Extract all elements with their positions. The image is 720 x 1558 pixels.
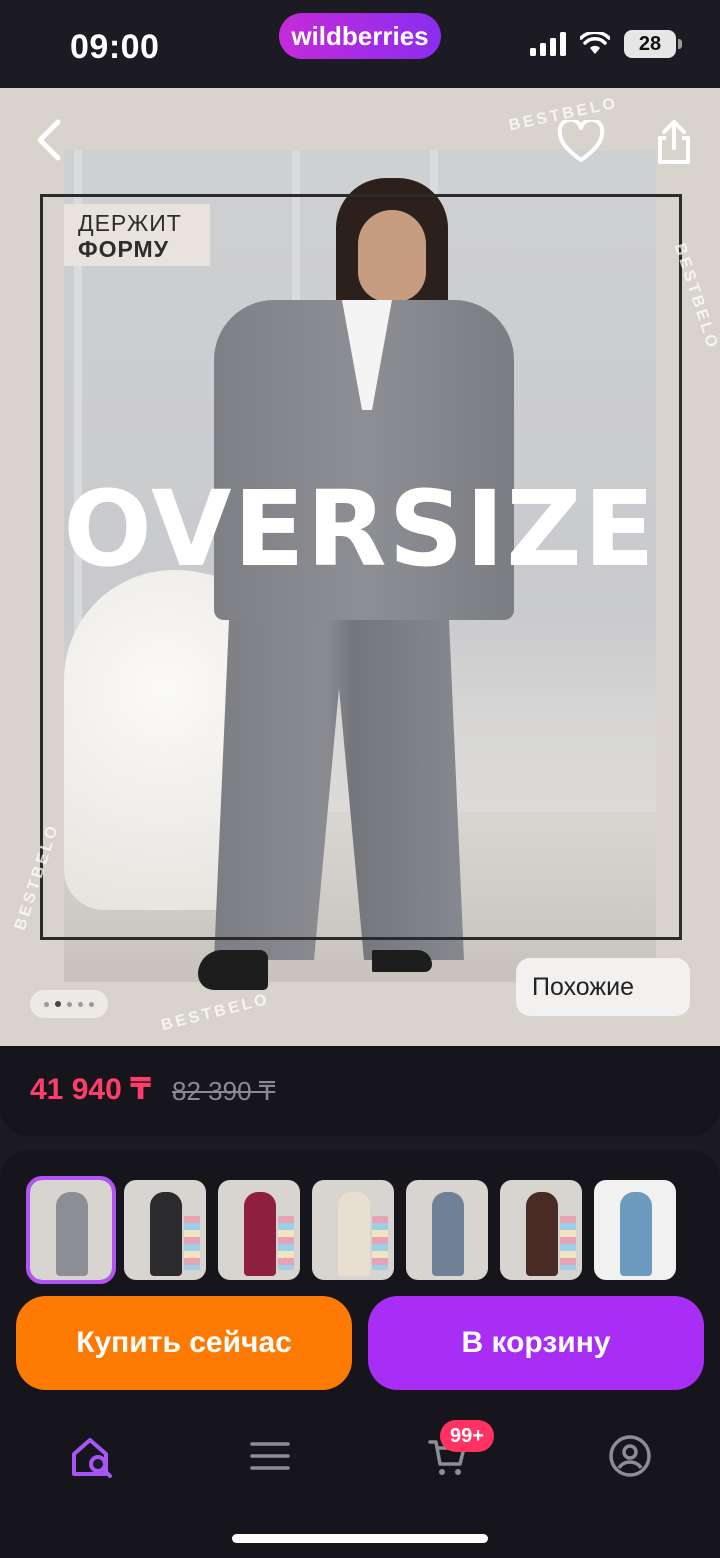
gallery-pagination bbox=[30, 990, 108, 1018]
home-indicator bbox=[232, 1534, 488, 1543]
similar-button[interactable]: Похожие bbox=[516, 958, 690, 1016]
current-price: 41 940 ₸ bbox=[30, 1073, 151, 1106]
color-swatches bbox=[184, 1216, 200, 1270]
overlay-title: OVERSIZE bbox=[63, 468, 657, 590]
pagination-dot bbox=[78, 1001, 83, 1007]
menu-icon bbox=[250, 1442, 290, 1470]
bottom-tab-bar bbox=[0, 1410, 720, 1500]
variant-figure bbox=[338, 1192, 370, 1276]
profile-icon bbox=[609, 1435, 651, 1477]
color-swatches bbox=[560, 1216, 576, 1270]
color-swatches bbox=[372, 1216, 388, 1270]
pagination-dot bbox=[89, 1001, 94, 1007]
status-bar: 09:00 wildberries 28 bbox=[0, 0, 720, 88]
add-to-cart-button[interactable]: В корзину bbox=[368, 1296, 704, 1390]
signal-icon bbox=[530, 32, 566, 56]
tab-profile[interactable] bbox=[600, 1428, 660, 1484]
share-icon bbox=[658, 120, 690, 164]
battery-icon: 28 bbox=[624, 30, 682, 58]
shoe-left bbox=[198, 950, 268, 990]
color-swatches bbox=[278, 1216, 294, 1270]
variant-figure bbox=[244, 1192, 276, 1276]
variant-figure bbox=[526, 1192, 558, 1276]
variant-thumb-2[interactable] bbox=[124, 1180, 206, 1280]
buy-now-button[interactable]: Купить сейчас bbox=[16, 1296, 352, 1390]
variant-thumb-7[interactable] bbox=[594, 1180, 676, 1280]
variant-thumb-3[interactable] bbox=[218, 1180, 300, 1280]
home-search-icon bbox=[72, 1438, 112, 1478]
variant-thumb-6[interactable] bbox=[500, 1180, 582, 1280]
cart-count-badge: 99+ bbox=[440, 1420, 494, 1452]
badge-line-2: ФОРМУ bbox=[78, 236, 170, 262]
status-time: 09:00 bbox=[70, 28, 160, 66]
pagination-dot-active bbox=[55, 1001, 61, 1007]
tab-catalog[interactable] bbox=[240, 1428, 300, 1484]
variant-thumb-4[interactable] bbox=[312, 1180, 394, 1280]
status-icons: 28 bbox=[530, 30, 682, 58]
tab-home[interactable] bbox=[62, 1428, 122, 1484]
brand-logo: wildberries bbox=[279, 13, 441, 59]
variant-figure bbox=[432, 1192, 464, 1276]
variant-thumb-1[interactable] bbox=[26, 1176, 116, 1284]
product-gallery[interactable]: ДЕРЖИТ ФОРМУ OVERSIZE BESTBELO BESTBELO … bbox=[0, 88, 720, 1046]
chevron-left-icon bbox=[37, 119, 61, 161]
variant-figure bbox=[620, 1192, 652, 1276]
variant-figure bbox=[150, 1192, 182, 1276]
watermark: BESTBELO bbox=[159, 990, 272, 1035]
pagination-dot bbox=[67, 1001, 72, 1007]
heart-icon bbox=[557, 120, 605, 162]
back-button[interactable] bbox=[24, 112, 74, 168]
pagination-dot bbox=[44, 1001, 49, 1007]
shoe-right bbox=[372, 950, 432, 972]
favorite-button[interactable] bbox=[552, 114, 610, 170]
variant-figure bbox=[56, 1192, 88, 1276]
share-button[interactable] bbox=[646, 112, 702, 172]
old-price: 82 390 ₸ bbox=[172, 1076, 276, 1106]
promo-badge: ДЕРЖИТ ФОРМУ bbox=[64, 204, 210, 266]
color-variants bbox=[26, 1176, 676, 1284]
badge-line-1: ДЕРЖИТ bbox=[78, 210, 182, 236]
variant-thumb-5[interactable] bbox=[406, 1180, 488, 1280]
wifi-icon bbox=[580, 32, 610, 54]
